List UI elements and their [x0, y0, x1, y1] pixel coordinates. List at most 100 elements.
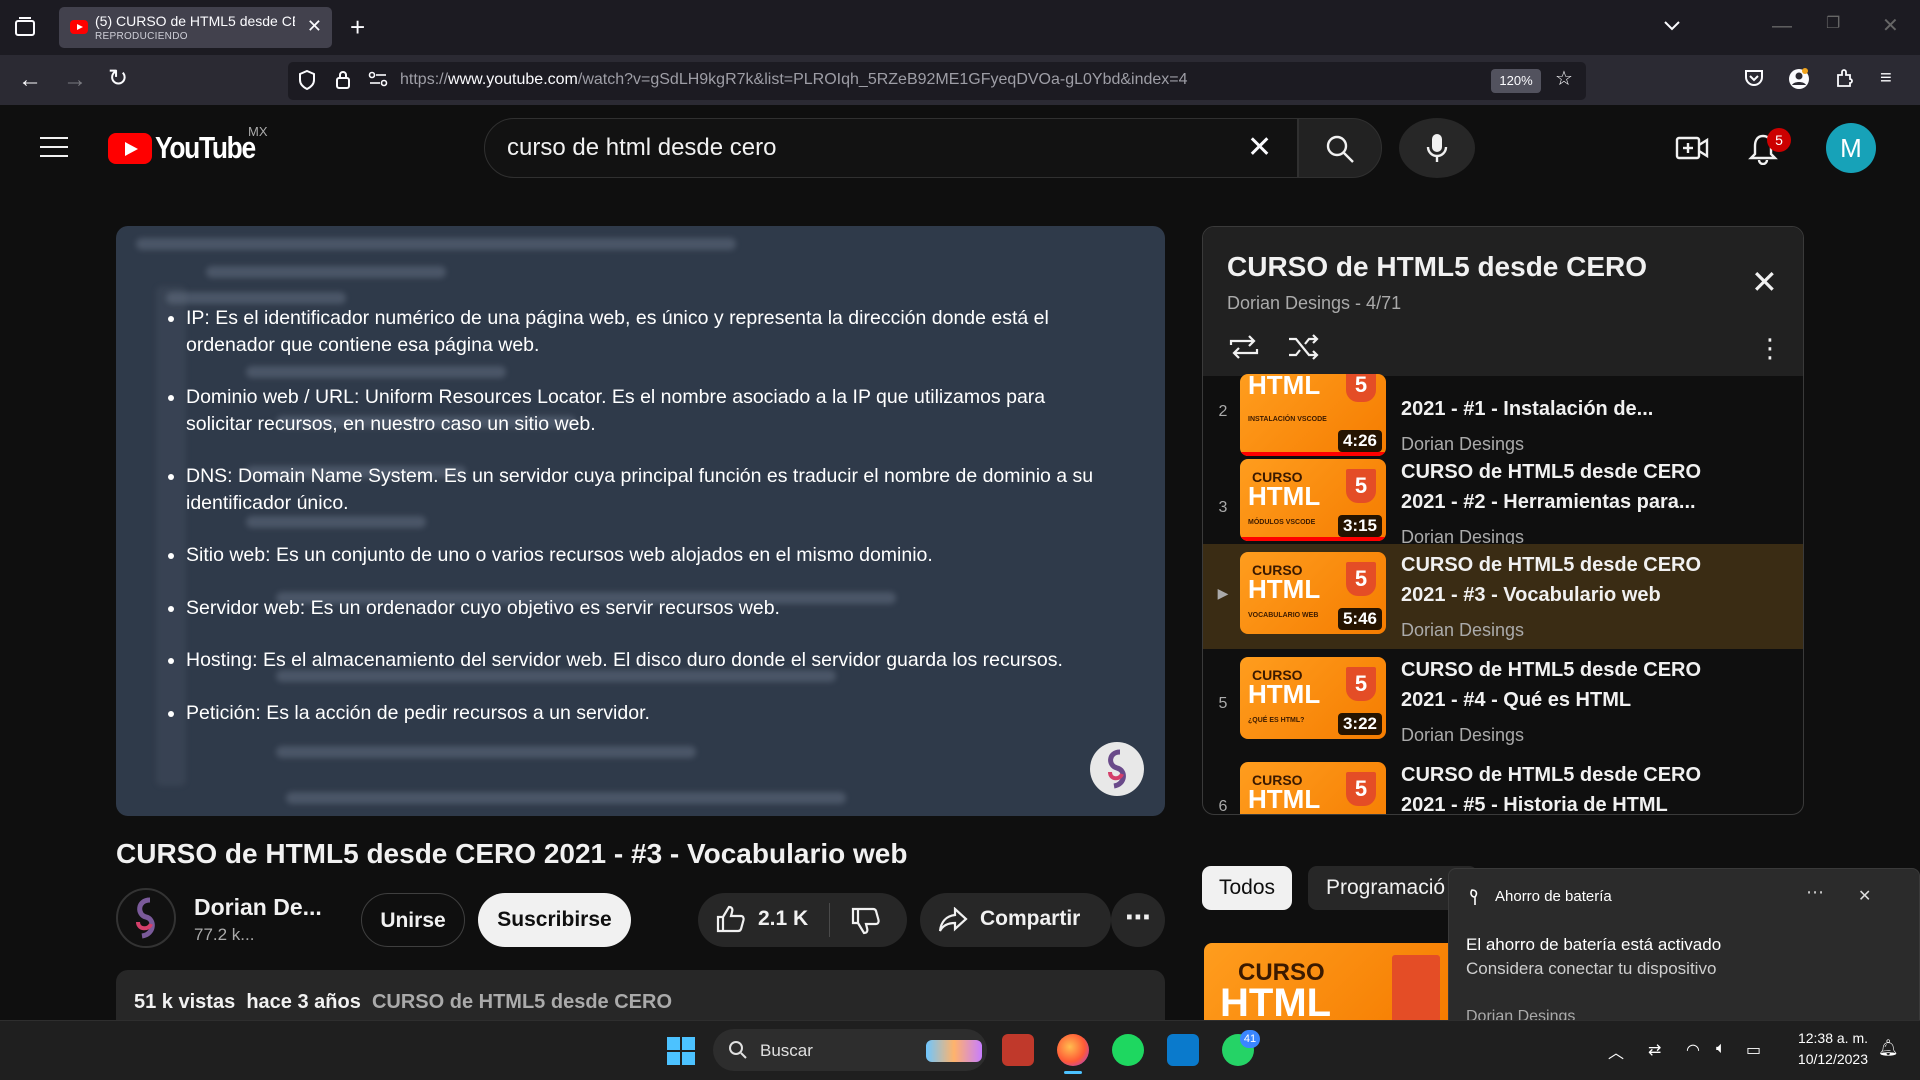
tab-list-icon[interactable] — [14, 17, 36, 41]
permissions-icon[interactable] — [368, 71, 388, 91]
thumb-html-text: HTML — [1248, 574, 1321, 604]
firefox-active-indicator — [1064, 1071, 1082, 1074]
share-label[interactable]: Compartir — [980, 907, 1080, 931]
chevron-down-icon[interactable] — [1663, 16, 1681, 36]
thumb-caption: VOCABULARIO WEB — [1248, 612, 1319, 619]
lock-icon[interactable] — [335, 69, 351, 93]
notification-title: Ahorro de batería — [1495, 888, 1612, 905]
whatsapp-unread-badge: 41 — [1240, 1030, 1260, 1048]
notification-center-icon[interactable]: 🔔︎ — [1878, 1038, 1898, 1058]
more-actions-icon[interactable]: ⋯ — [1111, 893, 1165, 947]
video-thumbnail[interactable]: CURSO HTML 5 — [1240, 762, 1386, 814]
thumb-caption: ¿QUÉ ES HTML? — [1248, 717, 1305, 724]
playlist-subtitle[interactable]: Dorian Desings - 4/71 — [1227, 293, 1401, 314]
description-meta[interactable]: 51 k vistas hace 3 años CURSO de HTML5 d… — [134, 991, 672, 1014]
taskbar-search-icon — [728, 1040, 748, 1065]
playlist-link[interactable]: CURSO de HTML5 desde CERO — [372, 991, 672, 1013]
search-input-value[interactable]: curso de html desde cero — [507, 134, 776, 162]
close-playlist-icon[interactable]: ✕ — [1751, 263, 1778, 301]
minimize-window-icon[interactable]: — — [1772, 16, 1792, 36]
join-button[interactable]: Unirse — [361, 893, 465, 947]
url-text[interactable]: https://www.youtube.com/watch?v=gSdLH9kg… — [400, 71, 1188, 89]
video-thumbnail[interactable]: HTML 5 INSTALACIÓN VSCODE 4:26 — [1240, 374, 1386, 456]
vscode-icon[interactable] — [1167, 1034, 1199, 1066]
playlist-item[interactable]: 6 CURSO HTML 5 CURSO de HTML5 desde CERO… — [1203, 754, 1803, 814]
dislike-icon[interactable] — [851, 907, 881, 940]
recommended-video-thumbnail[interactable]: CURSO HTML — [1204, 943, 1448, 1020]
subscribe-button[interactable]: Suscribirse — [478, 893, 631, 947]
bookmark-star-icon[interactable]: ☆ — [1555, 69, 1573, 89]
microphone-icon — [1426, 134, 1448, 162]
thumb-html-text: HTML — [1248, 679, 1321, 709]
extensions-icon[interactable] — [1835, 68, 1855, 92]
channel-watermark-icon[interactable] — [1090, 742, 1144, 796]
firefox-icon[interactable] — [1057, 1034, 1089, 1066]
playlist-item-index: 2 — [1218, 403, 1228, 420]
html5-shield-icon — [1392, 955, 1440, 1020]
taskbar-time[interactable]: 12:38 a. m. — [1790, 1030, 1868, 1046]
youtube-logo-text[interactable]: YouTube — [155, 130, 256, 166]
zoom-indicator[interactable]: 120% — [1491, 69, 1541, 93]
channel-name[interactable]: Dorian De... — [194, 894, 322, 921]
channel-avatar[interactable] — [116, 888, 176, 948]
playlist-item-active[interactable]: ▶ CURSO HTML 5 VOCABULARIO WEB 5:46 CURS… — [1203, 544, 1803, 649]
watched-progress-bar — [1240, 537, 1386, 541]
video-duration: 4:26 — [1337, 430, 1382, 452]
show-hidden-icons-icon[interactable]: ︿ — [1608, 1039, 1624, 1063]
hamburger-menu-icon[interactable] — [40, 137, 68, 164]
pocket-icon[interactable] — [1744, 69, 1764, 91]
user-avatar[interactable]: M — [1826, 123, 1876, 173]
bullet-server: Servidor web: Es un ordenador cuyo objet… — [186, 595, 1106, 622]
video-thumbnail[interactable]: CURSO HTML 5 ¿QUÉ ES HTML? 3:22 — [1240, 657, 1386, 739]
channel-subscribers: 77.2 k... — [194, 925, 255, 944]
playlist-item-channel: Dorian Desings — [1401, 725, 1525, 745]
video-thumbnail[interactable]: CURSO HTML 5 VOCABULARIO WEB 5:46 — [1240, 552, 1386, 634]
browser-tab-active[interactable]: (5) CURSO de HTML5 desde CERO REPRODUCIE… — [59, 7, 332, 48]
thumb-caption: INSTALACIÓN VSCODE — [1248, 416, 1327, 423]
playlist-item[interactable]: 2 HTML 5 INSTALACIÓN VSCODE 4:26 2021 - … — [1203, 352, 1803, 457]
notification-close-icon[interactable]: ✕ — [1858, 886, 1871, 906]
like-icon[interactable] — [716, 905, 746, 938]
youtube-logo-icon[interactable] — [108, 133, 152, 164]
restore-window-icon[interactable]: ❐ — [1826, 16, 1840, 32]
clear-search-icon[interactable]: ✕ — [1247, 133, 1272, 163]
spotify-icon[interactable] — [1112, 1034, 1144, 1066]
playlist-item-index: 3 — [1218, 499, 1228, 516]
windows-start-icon[interactable] — [666, 1036, 696, 1071]
forward-icon[interactable]: → — [63, 68, 87, 92]
reload-icon[interactable]: ↻ — [108, 67, 128, 91]
notification-count-badge: 5 — [1767, 128, 1791, 152]
new-tab-icon[interactable]: + — [350, 14, 365, 40]
notification-options-icon[interactable]: ⋯ — [1806, 882, 1824, 903]
bullet-hosting: Hosting: Es el almacenamiento del servid… — [186, 647, 1106, 674]
menu-icon[interactable]: ≡ — [1880, 68, 1892, 88]
video-thumbnail[interactable]: CURSO HTML 5 MÓDULOS VSCODE 3:15 — [1240, 459, 1386, 541]
html5-badge-icon: 5 — [1346, 469, 1376, 503]
battery-saver-icon — [1468, 888, 1482, 911]
playlist-item[interactable]: 5 CURSO HTML 5 ¿QUÉ ES HTML? 3:22 CURSO … — [1203, 649, 1803, 754]
taskbar-search-label[interactable]: Buscar — [760, 1041, 813, 1061]
share-icon[interactable] — [938, 906, 968, 938]
back-icon[interactable]: ← — [18, 68, 42, 92]
playlist-title[interactable]: CURSO de HTML5 desde CERO — [1227, 251, 1647, 283]
devcpp-icon[interactable] — [1002, 1034, 1034, 1066]
shield-icon[interactable] — [298, 69, 316, 94]
voice-search-button[interactable] — [1399, 118, 1475, 178]
bullet-request: Petición: Es la acción de pedir recursos… — [186, 700, 1106, 727]
rec-thumb-html: HTML — [1220, 981, 1332, 1020]
battery-icon[interactable]: ▭ — [1746, 1040, 1761, 1060]
wifi-icon[interactable]: ◠ — [1686, 1040, 1700, 1060]
thumb-caption: MÓDULOS VSCODE — [1248, 519, 1316, 526]
volume-icon[interactable]: 🔈︎ — [1716, 1040, 1726, 1058]
close-tab-icon[interactable]: ✕ — [307, 16, 322, 37]
close-window-icon[interactable]: ✕ — [1882, 16, 1899, 36]
like-count[interactable]: 2.1 K — [758, 907, 808, 931]
network-settings-icon[interactable]: ⇄ — [1648, 1040, 1661, 1060]
chip-all[interactable]: Todos — [1202, 866, 1292, 910]
taskbar-date[interactable]: 10/12/2023 — [1790, 1051, 1868, 1067]
search-button[interactable] — [1298, 118, 1382, 178]
bullet-website: Sitio web: Es un conjunto de uno o vario… — [186, 542, 1106, 569]
playlist-item-channel: Dorian Desings — [1401, 434, 1525, 454]
account-icon[interactable] — [1788, 68, 1810, 94]
create-video-icon[interactable] — [1675, 133, 1709, 168]
